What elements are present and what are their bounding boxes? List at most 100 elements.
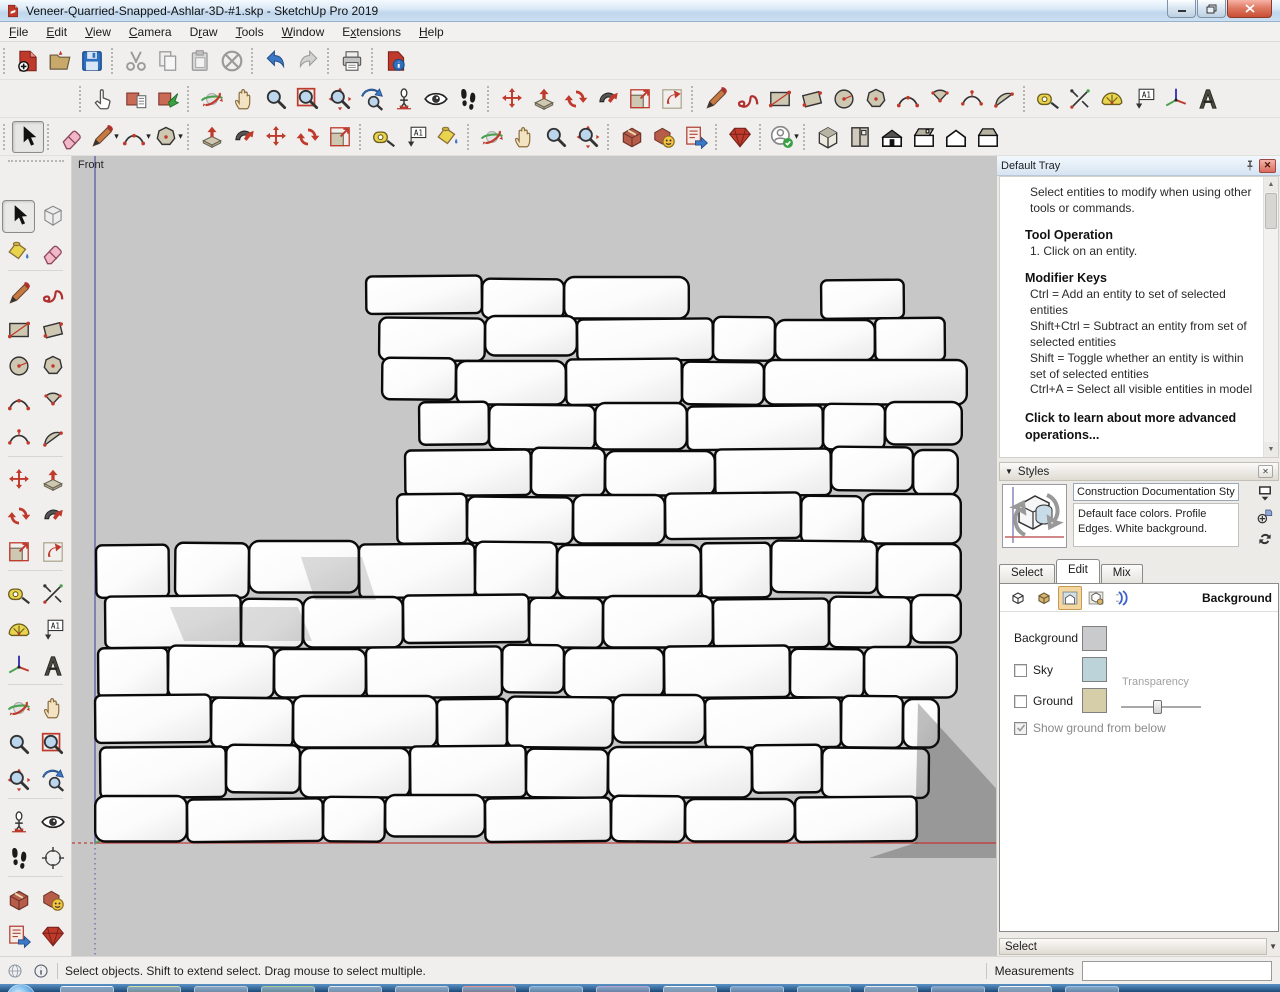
select-panel-bar[interactable]: Select [999,938,1267,955]
position-camera-tool-icon[interactable] [2,806,35,839]
save-tool-icon[interactable] [76,45,108,77]
polygon-tool-icon[interactable] [36,350,69,383]
pin-icon[interactable] [1244,159,1256,172]
watermark-settings-icon[interactable] [1084,586,1108,610]
text-tool-icon[interactable]: A1 [36,614,69,647]
menu-tools[interactable]: Tools [227,23,273,41]
close-button[interactable] [1227,0,1272,18]
tab-select[interactable]: Select [999,564,1055,583]
zoom-tool-icon[interactable] [540,121,572,153]
line-tool-icon[interactable]: ▾ [88,121,120,153]
follow-me-tool-icon[interactable] [592,83,624,115]
move-tool-icon[interactable] [496,83,528,115]
move-tool-icon[interactable] [2,464,35,497]
push-pull-tool-icon[interactable] [528,83,560,115]
dropdown-arrow-icon[interactable]: ▾ [114,131,119,142]
toolbar-grip[interactable] [467,123,471,150]
zoom-extents-tool-icon[interactable] [324,83,356,115]
show-ground-checkbox[interactable] [1014,721,1027,735]
protractor-tool-icon[interactable] [1096,83,1128,115]
scale-tool-icon[interactable] [624,83,656,115]
scroll-thumb[interactable] [1265,193,1277,229]
look-around-tool-icon[interactable] [420,83,452,115]
scroll-up-icon[interactable]: ▲ [1264,177,1278,192]
axes-tool-tool-icon[interactable] [36,578,69,611]
taskbar-app-icon[interactable] [1065,986,1119,992]
instructor-scrollbar[interactable]: ▲ ▼ [1263,177,1278,457]
pan-tool-icon[interactable] [508,121,540,153]
ground-color-swatch[interactable] [1082,688,1107,713]
menu-file[interactable]: File [0,23,37,41]
styles-panel-header[interactable]: ▼ Styles ✕ [999,462,1279,481]
text-tool-icon[interactable]: A1 [400,121,432,153]
toolbar-grip[interactable] [359,123,363,150]
taskbar-app-icon[interactable] [529,986,583,992]
menu-camera[interactable]: Camera [120,23,181,41]
tab-edit[interactable]: Edit [1055,559,1100,583]
account-tool-icon[interactable]: ▾ [768,121,800,153]
walk-tool-icon[interactable] [2,842,35,875]
polygon-tool-icon[interactable]: ▾ [152,121,184,153]
protractor-tool-icon[interactable] [2,614,35,647]
taskbar-app-icon[interactable] [998,986,1052,992]
freehand-tool-icon[interactable] [36,278,69,311]
3d-text-tool-icon[interactable] [1192,83,1224,115]
toolbar-grip[interactable] [607,123,611,150]
tape-measure-tool-icon[interactable] [1032,83,1064,115]
orbit-tool-icon[interactable] [196,83,228,115]
taskbar-app-icon[interactable] [864,986,918,992]
share-model-tool-icon[interactable] [680,121,712,153]
taskbar-app-icon[interactable] [194,986,248,992]
orbit-tool-icon[interactable] [2,692,35,725]
section-plane-tool-icon[interactable] [36,842,69,875]
tab-mix[interactable]: Mix [1100,564,1143,583]
push-pull-tool-icon[interactable] [36,464,69,497]
pie-tool-icon[interactable] [36,386,69,419]
line-tool-icon[interactable] [700,83,732,115]
background-color-swatch[interactable] [1082,626,1107,651]
toolbar-grip[interactable] [803,123,807,150]
print-tool-icon[interactable] [336,45,368,77]
rectangle-tool-icon[interactable] [2,314,35,347]
dropdown-arrow-icon[interactable]: ▾ [794,131,799,142]
freehand-tool-icon[interactable] [732,83,764,115]
eraser-tool-icon[interactable] [56,121,88,153]
toolbar-grip[interactable] [79,85,83,112]
geolocation-icon[interactable] [6,962,24,980]
scroll-down-icon[interactable]: ▼ [1264,442,1278,457]
rotate-tool-icon[interactable] [2,500,35,533]
select-tool-icon[interactable] [12,120,44,153]
position-camera-tool-icon[interactable] [388,83,420,115]
ashlar-stone-wall-model[interactable] [72,156,996,956]
look-around-tool-icon[interactable] [36,806,69,839]
toolbar-grip[interactable] [187,123,191,150]
style-description-field[interactable]: Default face colors. Profile Edges. Whit… [1073,503,1239,547]
new-file-tool-icon[interactable] [12,45,44,77]
toolbar-grip[interactable] [371,47,375,74]
panel-overflow-arrow-icon[interactable]: ▼ [1269,942,1277,951]
taskbar-app-icon[interactable] [462,986,516,992]
sky-checkbox[interactable] [1014,663,1027,677]
offset-tool-icon[interactable] [36,536,69,569]
model-info-tool-icon[interactable] [380,45,412,77]
edge-settings-icon[interactable] [1006,586,1030,610]
3d-warehouse-tool-icon[interactable] [616,121,648,153]
right-view-tool-icon[interactable] [908,121,940,153]
taskbar-app-icon[interactable] [797,986,851,992]
menu-edit[interactable]: Edit [37,23,76,41]
orbit-tool-icon[interactable] [476,121,508,153]
secondary-pane-icon[interactable] [1254,483,1276,503]
move-tool-icon[interactable] [260,121,292,153]
menu-view[interactable]: View [76,23,120,41]
style-thumbnail[interactable] [1002,484,1067,548]
walk-tool-icon[interactable] [452,83,484,115]
styles-close-button[interactable]: ✕ [1258,465,1273,478]
circle-tool-icon[interactable] [828,83,860,115]
text-tool-icon[interactable]: A1 [1128,83,1160,115]
left-view-tool-icon[interactable] [972,121,1004,153]
undo-tool-icon[interactable] [260,45,292,77]
pan-tool-icon[interactable] [36,692,69,725]
toolbar-grip[interactable] [47,123,51,150]
restore-button[interactable] [1197,0,1226,18]
previous-view-tool-icon[interactable] [356,83,388,115]
